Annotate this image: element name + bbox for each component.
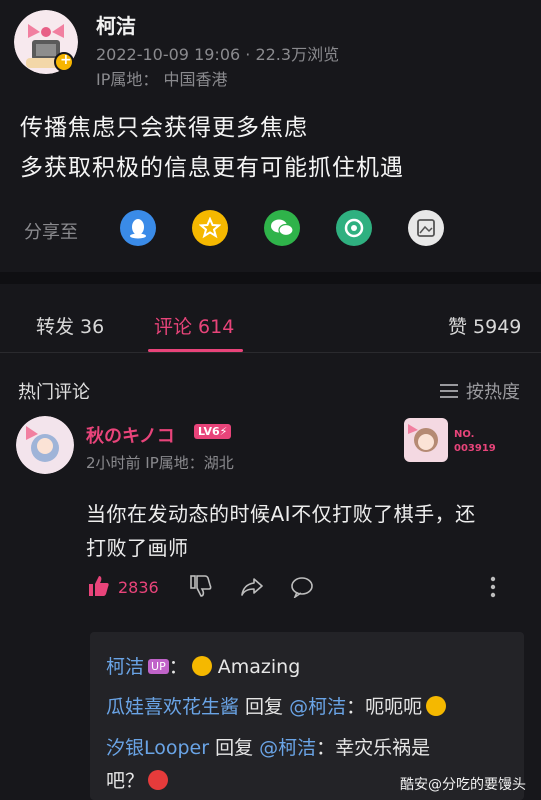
sort-menu-icon: [440, 384, 458, 398]
tab-repost[interactable]: 转发 36: [36, 312, 104, 339]
verified-icon: [54, 52, 74, 72]
reply-verb: 回复: [209, 737, 260, 759]
reply-item: 瓜娃喜欢花生酱 回复 @柯洁：呃呃呃: [106, 692, 447, 719]
section-divider: [0, 272, 541, 284]
reply-verb: 回复: [239, 696, 290, 718]
share-arrow-icon: [241, 578, 263, 596]
reply-mention[interactable]: @柯洁: [259, 737, 316, 759]
reply-text: 吧？: [106, 770, 145, 792]
share-label: 分享至: [24, 222, 78, 243]
comment-text-line: 打败了画师: [86, 536, 189, 560]
more-options-button[interactable]: [490, 576, 496, 602]
more-vertical-icon: [490, 576, 496, 598]
fan-badge-no-value: 003919: [454, 443, 496, 454]
post-text-line: 多获取积极的信息更有可能抓住机遇: [20, 155, 404, 181]
angry-face-emoji-icon: [148, 770, 169, 790]
wechat-icon: [271, 219, 294, 237]
commenter-name[interactable]: 秋のキノコ: [86, 422, 175, 448]
share-qzone-button[interactable]: [192, 210, 228, 246]
post-text-line: 传播焦虑只会获得更多焦虑: [20, 115, 308, 141]
up-badge: UP: [148, 659, 169, 674]
post-meta: 2022-10-09 19:06 · 22.3万浏览: [96, 45, 340, 64]
fan-badge-number: NO. 003919: [454, 428, 496, 456]
share-wechat-button[interactable]: [264, 210, 300, 246]
reply-text: Amazing: [217, 656, 301, 678]
share-comment-button[interactable]: [240, 577, 264, 601]
sort-by-hot-button[interactable]: 按热度: [440, 378, 520, 404]
reply-item: 汐银Looper 回复 @柯洁：幸灾乐祸是: [106, 733, 430, 760]
sort-label: 按热度: [466, 382, 520, 403]
tab-likes[interactable]: 赞 5949: [448, 312, 521, 339]
sad-face-emoji-icon: [426, 696, 447, 716]
watermark-text: 酷安@分吃的要馒头: [400, 777, 526, 793]
tab-comments[interactable]: 评论 614: [154, 312, 234, 339]
qzone-star-icon: [199, 217, 221, 239]
reply-author[interactable]: 柯洁: [106, 656, 144, 678]
thumbs-up-icon: [89, 576, 109, 596]
reply-mention[interactable]: @柯洁: [289, 696, 346, 718]
user-level-badge: LV6⚡: [194, 424, 232, 439]
fan-badge-image: [404, 418, 448, 462]
reply-item: 柯洁 UP： Amazing: [106, 652, 300, 679]
tab-divider: [0, 352, 541, 353]
share-moments-button[interactable]: [336, 210, 372, 246]
commenter-avatar[interactable]: [16, 416, 74, 474]
reply-author[interactable]: 瓜娃喜欢花生酱: [106, 696, 239, 718]
comment-text-line: 当你在发动态的时候AI不仅打败了棋手，还: [86, 502, 476, 526]
thumbs-down-icon: [190, 575, 212, 597]
star-eyes-emoji-icon: [191, 656, 212, 676]
like-button[interactable]: [88, 575, 110, 601]
reply-text: ：呃呃呃: [346, 696, 423, 718]
like-count: 2836: [118, 578, 159, 597]
reply-item: 吧？: [106, 766, 169, 793]
post-author-name[interactable]: 柯洁: [96, 10, 136, 39]
qq-icon: [130, 219, 146, 239]
reply-button[interactable]: [290, 576, 314, 602]
hot-comments-heading: 热门评论: [18, 382, 90, 403]
gallery-icon: [417, 219, 435, 237]
comment-bubble-icon: [291, 577, 313, 600]
share-gallery-button[interactable]: [408, 210, 444, 246]
post-ip-location: IP属地： 中国香港: [96, 70, 228, 89]
reply-author[interactable]: 汐银Looper: [106, 737, 209, 759]
moments-icon: [344, 218, 364, 238]
reply-separator: ：: [168, 656, 188, 678]
dislike-button[interactable]: [190, 575, 212, 601]
fan-badge-no-label: NO.: [454, 429, 475, 440]
comment-meta: 2小时前 IP属地：湖北: [86, 454, 234, 472]
share-qq-button[interactable]: [120, 210, 156, 246]
reply-text: ：幸灾乐祸是: [316, 737, 431, 759]
